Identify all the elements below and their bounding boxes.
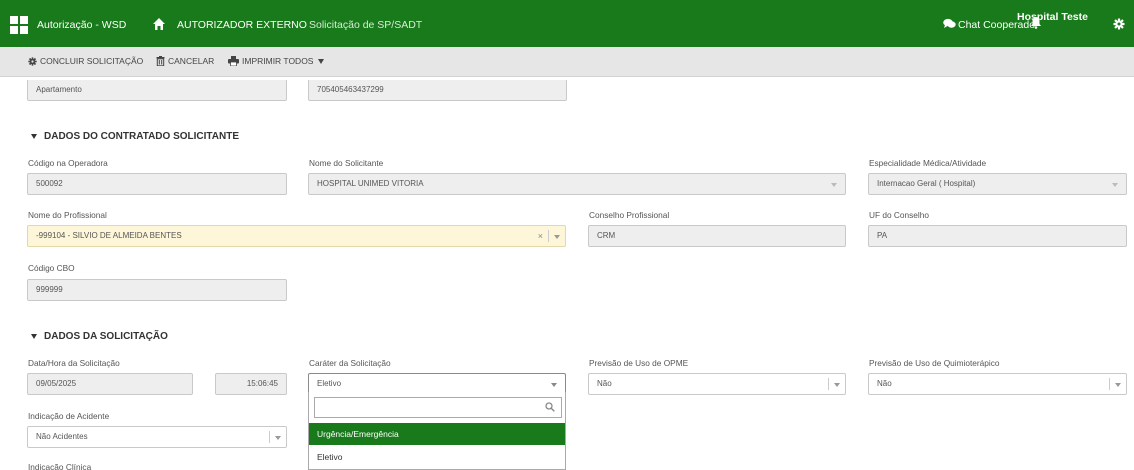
uf-conselho-field: PA xyxy=(868,225,1127,247)
collapse-triangle-icon xyxy=(31,134,37,139)
quimio-label: Previsão de Uso de Quimioterápico xyxy=(869,358,1000,368)
conselho-field: CRM xyxy=(588,225,846,247)
carater-value: Eletivo xyxy=(317,379,342,388)
print-all-label: IMPRIMIR TODOS xyxy=(242,56,314,66)
nome-profissional-value: -999104 - SILVIO DE ALMEIDA BENTES xyxy=(36,231,182,240)
print-icon xyxy=(228,56,239,66)
divider xyxy=(548,230,549,242)
chevron-down-icon xyxy=(1112,183,1118,187)
opme-label: Previsão de Uso de OPME xyxy=(589,358,689,368)
section-title: DADOS DO CONTRATADO SOLICITANTE xyxy=(44,131,239,142)
cancel-button[interactable]: CANCELAR xyxy=(156,56,214,66)
nome-solicitante-label: Nome do Solicitante xyxy=(309,158,384,168)
time-field: 15:06:45 xyxy=(215,373,287,395)
gear-icon xyxy=(28,56,37,66)
acidente-label: Indicação de Acidente xyxy=(28,411,110,421)
chevron-down-icon[interactable] xyxy=(551,383,557,387)
divider xyxy=(269,431,270,443)
apps-grid-icon[interactable] xyxy=(10,16,28,34)
codigo-operadora-label: Código na Operadora xyxy=(28,158,108,168)
section-title: DADOS DA SOLICITAÇÃO xyxy=(44,331,168,342)
carater-dropdown: Urgência/Emergência Eletivo xyxy=(308,392,566,470)
acidente-select[interactable]: Não Acidentes xyxy=(27,426,287,448)
uf-conselho-label: UF do Conselho xyxy=(869,210,929,220)
section-header-solicitacao[interactable]: DADOS DA SOLICITAÇÃO xyxy=(31,331,168,342)
nome-profissional-select[interactable]: -999104 - SILVIO DE ALMEIDA BENTES × xyxy=(27,225,566,247)
dropdown-search-input[interactable] xyxy=(314,397,562,418)
dropdown-option-eletivo[interactable]: Eletivo xyxy=(309,446,565,468)
collapse-triangle-icon xyxy=(31,334,37,339)
codigo-cbo-label: Código CBO xyxy=(28,263,75,273)
codigo-operadora-field: 500092 xyxy=(27,173,287,195)
section-header-contratado[interactable]: DADOS DO CONTRATADO SOLICITANTE xyxy=(31,131,239,142)
divider xyxy=(1109,378,1110,390)
especialidade-value: Internacao Geral ( Hospital) xyxy=(877,179,976,188)
clear-icon[interactable]: × xyxy=(538,226,543,246)
top-navbar: Autorização - WSD AUTORIZADOR EXTERNO So… xyxy=(0,0,1134,47)
nome-profissional-label: Nome do Profissional xyxy=(28,210,107,220)
opme-value: Não xyxy=(597,379,612,388)
carater-label: Caráter da Solicitação xyxy=(309,358,391,368)
nome-solicitante-value: HOSPITAL UNIMED VITORIA xyxy=(317,179,424,188)
codigo-cbo-field: 999999 xyxy=(27,279,287,301)
chevron-down-icon[interactable] xyxy=(554,235,560,239)
chevron-down-icon[interactable] xyxy=(834,383,840,387)
accommodation-field: Apartamento xyxy=(27,80,287,101)
indicacao-clinica-label: Indicação Clínica xyxy=(28,462,92,470)
especialidade-select: Internacao Geral ( Hospital) xyxy=(868,173,1127,195)
especialidade-label: Especialidade Médica/Atividade xyxy=(869,158,987,168)
data-hora-label: Data/Hora da Solicitação xyxy=(28,358,120,368)
breadcrumb-section[interactable]: AUTORIZADOR EXTERNO xyxy=(177,19,307,31)
search-icon xyxy=(545,402,555,412)
breadcrumb-page: Solicitação de SP/SADT xyxy=(309,19,423,31)
chevron-down-icon[interactable] xyxy=(1115,383,1121,387)
chat-icon[interactable] xyxy=(943,18,956,29)
opme-select[interactable]: Não xyxy=(588,373,846,395)
trash-icon xyxy=(156,56,165,66)
gear-icon[interactable] xyxy=(1113,18,1125,30)
conclude-label: CONCLUIR SOLICITAÇÃO xyxy=(40,56,144,66)
conselho-label: Conselho Profissional xyxy=(589,210,670,220)
hospital-name[interactable]: Hospital Teste xyxy=(1017,11,1088,23)
conclude-request-button[interactable]: CONCLUIR SOLICITAÇÃO xyxy=(28,56,143,66)
divider xyxy=(828,378,829,390)
cancel-label: CANCELAR xyxy=(168,56,215,66)
acidente-value: Não Acidentes xyxy=(36,432,88,441)
home-icon[interactable] xyxy=(152,17,166,31)
action-toolbar: CONCLUIR SOLICITAÇÃO CANCELAR IMPRIMIR T… xyxy=(0,47,1134,77)
card-number-field: 705405463437299 xyxy=(308,80,567,101)
quimio-value: Não xyxy=(877,379,892,388)
nome-solicitante-select: HOSPITAL UNIMED VITORIA xyxy=(308,173,846,195)
chevron-down-icon xyxy=(318,58,325,64)
chevron-down-icon[interactable] xyxy=(275,436,281,440)
date-field: 09/05/2025 xyxy=(27,373,193,395)
app-title[interactable]: Autorização - WSD xyxy=(37,19,126,31)
dropdown-option-urgencia[interactable]: Urgência/Emergência xyxy=(309,423,565,445)
quimio-select[interactable]: Não xyxy=(868,373,1127,395)
chevron-down-icon xyxy=(831,183,837,187)
print-all-button[interactable]: IMPRIMIR TODOS xyxy=(228,56,325,66)
